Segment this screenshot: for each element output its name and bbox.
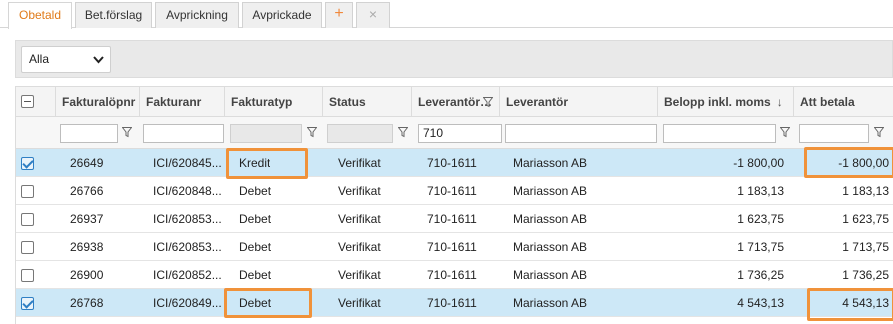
cell-lopnr: 26900 xyxy=(70,268,104,282)
grid-header: Fakturalöpnr Fakturanr Fakturatyp Status… xyxy=(16,87,893,117)
tab-bar: Obetald Bet.förslag Avprickning Avpricka… xyxy=(0,0,893,29)
filter-icon[interactable] xyxy=(482,87,494,117)
row-checkbox[interactable] xyxy=(21,241,34,254)
col-header-status[interactable]: Status xyxy=(322,87,411,117)
cell-status: Verifikat xyxy=(338,296,381,310)
cell-fakturatyp: Debet xyxy=(239,296,272,310)
cell-leverantor-nr: 710-1611 xyxy=(427,296,477,310)
status-filter-value: Alla xyxy=(29,52,50,66)
cell-leverantor-nr: 710-1611 xyxy=(427,184,477,198)
cell-leverantor: Mariasson AB xyxy=(513,184,588,198)
cell-fakturatyp: Debet xyxy=(239,268,272,282)
cell-fakturanr: ICI/620853... xyxy=(153,240,222,254)
row-checkbox[interactable] xyxy=(21,213,34,226)
tab-bet-forslag[interactable]: Bet.förslag xyxy=(75,2,152,28)
table-row[interactable]: 26768 ICI/620849... Debet Verifikat 710-… xyxy=(16,289,893,317)
filter-input-att-betala[interactable] xyxy=(799,124,869,143)
col-header-fakturatyp[interactable]: Fakturatyp xyxy=(224,87,322,117)
invoice-grid: Fakturalöpnr Fakturanr Fakturatyp Status… xyxy=(15,86,893,324)
filter-toolbar: Alla xyxy=(15,40,893,78)
cell-belopp: -1 800,00 xyxy=(733,156,784,170)
cell-fakturanr: ICI/620845... xyxy=(153,156,222,170)
filter-row: 710 xyxy=(16,117,893,149)
cell-leverantor: Mariasson AB xyxy=(513,156,588,170)
cell-att-betala: 1 736,25 xyxy=(842,268,889,282)
cell-leverantor-nr: 710-1611 xyxy=(427,212,477,226)
col-header-leverantor[interactable]: Leverantör xyxy=(499,87,657,117)
cell-belopp: 1 736,25 xyxy=(737,268,784,282)
filter-input-fakturalopnr[interactable] xyxy=(60,124,118,143)
filter-icon[interactable] xyxy=(121,125,133,142)
cell-status: Verifikat xyxy=(338,240,381,254)
cell-status: Verifikat xyxy=(338,212,381,226)
cell-leverantor-nr: 710-1611 xyxy=(427,156,477,170)
cell-lopnr: 26937 xyxy=(70,212,104,226)
cell-fakturanr: ICI/620848... xyxy=(153,184,222,198)
col-header-belopp[interactable]: Belopp inkl. moms ↓ xyxy=(657,87,793,117)
col-header-fakturalopnr[interactable]: Fakturalöpnr xyxy=(55,87,139,117)
col-header-fakturanr[interactable]: Fakturanr xyxy=(139,87,224,117)
cell-status: Verifikat xyxy=(338,268,381,282)
cell-status: Verifikat xyxy=(338,184,381,198)
cell-belopp: 1 623,75 xyxy=(737,212,784,226)
cell-leverantor: Mariasson AB xyxy=(513,296,588,310)
cell-fakturanr: ICI/620852... xyxy=(153,268,222,282)
cell-lopnr: 26649 xyxy=(70,156,104,170)
cell-status: Verifikat xyxy=(338,156,381,170)
tab-avprickning[interactable]: Avprickning xyxy=(155,2,239,28)
cell-lopnr: 26768 xyxy=(70,296,104,310)
cell-leverantor: Mariasson AB xyxy=(513,240,588,254)
table-row[interactable]: 26938 ICI/620853... Debet Verifikat 710-… xyxy=(16,233,893,261)
filter-icon[interactable] xyxy=(779,125,791,142)
cell-fakturatyp: Debet xyxy=(239,212,272,226)
cell-att-betala: 1 713,75 xyxy=(842,240,889,254)
cell-fakturanr: ICI/620853... xyxy=(153,212,222,226)
filter-input-fakturanr[interactable] xyxy=(143,124,224,143)
filter-input-belopp[interactable] xyxy=(663,124,776,143)
cell-lopnr: 26766 xyxy=(70,184,104,198)
add-tab-icon[interactable]: + xyxy=(325,2,353,28)
cell-att-betala: 4 543,13 xyxy=(842,296,889,310)
row-checkbox[interactable] xyxy=(21,185,34,198)
sort-desc-icon: ↓ xyxy=(776,95,783,109)
filter-input-leverantor[interactable] xyxy=(505,124,657,143)
filter-input-status[interactable] xyxy=(327,124,393,143)
filter-icon[interactable] xyxy=(873,125,885,142)
cell-lopnr: 26938 xyxy=(70,240,104,254)
filter-icon[interactable] xyxy=(397,125,409,142)
row-checkbox[interactable] xyxy=(21,157,34,170)
cell-fakturatyp: Debet xyxy=(239,184,272,198)
cell-leverantor: Mariasson AB xyxy=(513,268,588,282)
cell-belopp: 1 183,13 xyxy=(737,184,784,198)
cell-leverantor: Mariasson AB xyxy=(513,212,588,226)
cell-att-betala: 1 623,75 xyxy=(842,212,889,226)
chevron-down-icon xyxy=(93,47,104,82)
select-all-cell xyxy=(16,87,55,117)
table-row[interactable]: 26900 ICI/620852... Debet Verifikat 710-… xyxy=(16,261,893,289)
cell-belopp: 4 543,13 xyxy=(737,296,784,310)
filter-input-fakturatyp[interactable] xyxy=(230,124,302,143)
cell-att-betala: 1 183,13 xyxy=(842,184,889,198)
table-row[interactable]: 26649 ICI/620845... Kredit Verifikat 710… xyxy=(16,149,893,177)
cell-fakturatyp: Kredit xyxy=(239,156,271,170)
cell-fakturanr: ICI/620849... xyxy=(153,296,222,310)
filter-input-leverantor-nr[interactable]: 710 xyxy=(418,124,502,143)
table-row[interactable]: 26766 ICI/620848... Debet Verifikat 710-… xyxy=(16,177,893,205)
cell-fakturatyp: Debet xyxy=(239,240,272,254)
cell-leverantor-nr: 710-1611 xyxy=(427,268,477,282)
tab-avprickade[interactable]: Avprickade xyxy=(242,2,322,28)
cell-belopp: 1 713,75 xyxy=(737,240,784,254)
cell-att-betala: -1 800,00 xyxy=(838,156,889,170)
cell-leverantor-nr: 710-1611 xyxy=(427,240,477,254)
close-tab-icon[interactable]: × xyxy=(356,2,390,28)
col-header-leverantor-nr[interactable]: Leverantör… xyxy=(411,87,499,117)
col-header-att-betala[interactable]: Att betala xyxy=(793,87,893,117)
tab-obetald[interactable]: Obetald xyxy=(8,2,72,29)
table-row[interactable]: 26937 ICI/620853... Debet Verifikat 710-… xyxy=(16,205,893,233)
status-filter-select[interactable]: Alla xyxy=(21,46,111,73)
row-checkbox[interactable] xyxy=(21,297,34,310)
filter-icon[interactable] xyxy=(306,125,318,142)
select-all-checkbox[interactable] xyxy=(21,95,34,108)
row-checkbox[interactable] xyxy=(21,269,34,282)
